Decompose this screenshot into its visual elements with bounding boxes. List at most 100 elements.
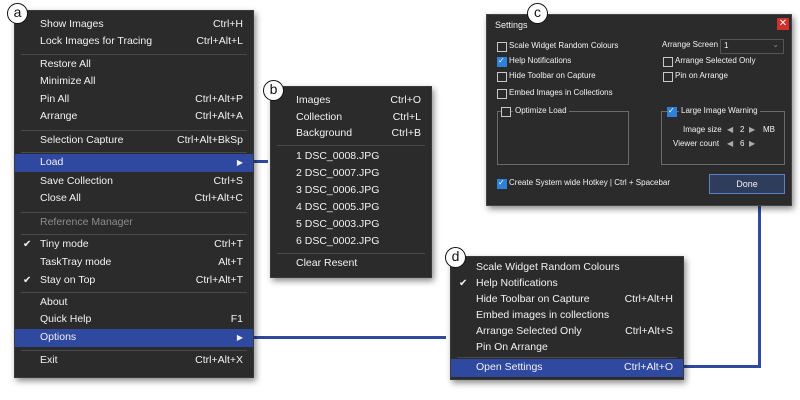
menu-item-load[interactable]: Load ▶ (15, 154, 253, 172)
menu-item-hide-toolbar[interactable]: Hide Toolbar on Capture Ctrl+Alt+H (451, 291, 683, 308)
embed-images-checkbox[interactable] (497, 89, 507, 99)
menu-item-embed-images[interactable]: Embed images in collections (451, 307, 683, 324)
menu-separator (277, 145, 425, 146)
menu-item-label: Images (296, 94, 331, 106)
menu-item-label: Exit (40, 354, 58, 366)
image-size-unit: MB (763, 125, 775, 134)
menu-item-close-all[interactable]: Close All Ctrl+Alt+C (15, 190, 253, 207)
menu-item-shortcut: Ctrl+H (212, 18, 243, 30)
menu-item-arrange[interactable]: Arrange Ctrl+Alt+A (15, 108, 253, 125)
arrange-selected-checkbox[interactable] (663, 57, 673, 67)
menu-item-save-collection[interactable]: Save Collection Ctrl+S (15, 173, 253, 190)
scale-widget-label: Scale Widget Random Colours (509, 41, 619, 50)
menu-item-pin-on-arrange[interactable]: Pin On Arrange (451, 339, 683, 356)
menu-item-scale-widget-colours[interactable]: Scale Widget Random Colours (451, 259, 683, 276)
menu-item-label: TaskTray mode (40, 256, 112, 268)
menu-item-stay-on-top[interactable]: ✔ Stay on Top Ctrl+Alt+T (15, 272, 253, 289)
hotkey-checkbox[interactable] (497, 178, 507, 189)
menu-item-label: Restore All (40, 58, 91, 70)
image-size-value[interactable]: 2 (740, 125, 744, 134)
menu-item-recent-3[interactable]: 3 DSC_0006.JPG (271, 182, 431, 199)
menu-separator (21, 212, 247, 213)
badge-b: b (263, 80, 284, 101)
menu-item-label: Collection (296, 111, 343, 123)
done-button[interactable]: Done (709, 174, 785, 194)
badge-d: d (445, 247, 466, 268)
menu-item-clear-recent[interactable]: Clear Resent (271, 255, 431, 272)
menu-separator (21, 54, 247, 55)
checkmark-icon: ✔ (459, 278, 468, 289)
menu-item-label: About (40, 296, 68, 308)
menu-item-shortcut: Ctrl+Alt+O (623, 361, 673, 373)
menu-item-exit[interactable]: Exit Ctrl+Alt+X (15, 352, 253, 369)
viewer-count-increment-icon[interactable]: ▶ (749, 139, 755, 148)
menu-item-images[interactable]: Images Ctrl+O (271, 92, 431, 109)
menu-item-shortcut: Ctrl+Alt+H (624, 293, 673, 305)
badge-c: c (527, 3, 548, 24)
menu-item-help-notifications[interactable]: ✔ Help Notifications (451, 275, 683, 292)
image-size-increment-icon[interactable]: ▶ (749, 125, 755, 134)
menu-item-selection-capture[interactable]: Selection Capture Ctrl+Alt+BkSp (15, 132, 253, 149)
menu-item-label: Hide Toolbar on Capture (476, 293, 590, 305)
menu-item-shortcut: Ctrl+Alt+L (196, 35, 243, 47)
viewer-count-label: Viewer count (673, 139, 720, 148)
close-icon[interactable]: ✕ (777, 18, 789, 30)
menu-item-show-images[interactable]: Show Images Ctrl+H (15, 16, 253, 33)
large-image-warning-group (661, 111, 785, 165)
menu-item-recent-5[interactable]: 5 DSC_0003.JPG (271, 216, 431, 233)
menu-item-recent-2[interactable]: 2 DSC_0007.JPG (271, 165, 431, 182)
menu-item-collection[interactable]: Collection Ctrl+L (271, 109, 431, 126)
menu-item-shortcut: Ctrl+Alt+C (194, 192, 243, 204)
menu-item-reference-manager: Reference Manager (15, 214, 253, 231)
menu-item-arrange-selected[interactable]: Arrange Selected Only Ctrl+Alt+S (451, 323, 683, 340)
menu-item-recent-6[interactable]: 6 DSC_0002.JPG (271, 233, 431, 250)
menu-item-minimize-all[interactable]: Minimize All (15, 73, 253, 90)
arrange-screen-value: 1 (724, 41, 729, 50)
menu-item-label: Quick Help (40, 313, 92, 325)
menu-item-about[interactable]: About (15, 294, 253, 311)
optimize-load-checkbox[interactable] (501, 107, 511, 117)
menu-item-shortcut: Ctrl+Alt+T (195, 274, 243, 286)
hide-toolbar-label: Hide Toolbar on Capture (509, 71, 596, 80)
pin-on-arrange-checkbox[interactable] (663, 72, 673, 82)
arrange-screen-label: Arrange Screen (662, 40, 719, 49)
menu-item-shortcut: Ctrl+T (214, 238, 243, 250)
menu-item-label: Tiny mode (40, 238, 89, 250)
hotkey-label: Create System wide Hotkey | Ctrl + Space… (509, 178, 671, 187)
large-image-warning-checkbox[interactable] (667, 106, 677, 117)
arrange-screen-select[interactable]: 1 ⌄ (720, 39, 784, 54)
menu-item-shortcut: Ctrl+L (392, 111, 421, 123)
menu-item-restore-all[interactable]: Restore All (15, 56, 253, 73)
menu-item-shortcut: Ctrl+Alt+X (195, 354, 243, 366)
submenu-arrow-icon: ▶ (236, 333, 243, 342)
help-notifications-checkbox[interactable] (497, 56, 507, 67)
embed-images-label: Embed Images in Collections (509, 88, 613, 97)
menu-item-label: Lock Images for Tracing (40, 35, 153, 47)
menu-item-tiny-mode[interactable]: ✔ Tiny mode Ctrl+T (15, 236, 253, 253)
menu-item-shortcut: Ctrl+O (390, 94, 421, 106)
menu-item-recent-1[interactable]: 1 DSC_0008.JPG (271, 148, 431, 165)
menu-item-shortcut: Ctrl+Alt+A (195, 110, 243, 122)
connector-options-to-d (254, 336, 446, 339)
menu-item-shortcut: Ctrl+Alt+P (195, 93, 243, 105)
menu-item-label: Reference Manager (40, 216, 133, 228)
image-size-decrement-icon[interactable]: ◀ (727, 125, 733, 134)
menu-item-open-settings[interactable]: Open Settings Ctrl+Alt+O (451, 359, 683, 377)
menu-item-lock-images[interactable]: Lock Images for Tracing Ctrl+Alt+L (15, 33, 253, 50)
hide-toolbar-checkbox[interactable] (497, 72, 507, 82)
menu-item-label: 1 DSC_0008.JPG (296, 150, 380, 162)
menu-item-quick-help[interactable]: Quick Help F1 (15, 311, 253, 328)
viewer-count-value[interactable]: 6 (740, 139, 744, 148)
menu-item-background[interactable]: Background Ctrl+B (271, 125, 431, 142)
scale-widget-checkbox[interactable] (497, 42, 507, 52)
menu-item-tasktray-mode[interactable]: TaskTray mode Alt+T (15, 254, 253, 271)
menu-item-pin-all[interactable]: Pin All Ctrl+Alt+P (15, 91, 253, 108)
menu-separator (21, 152, 247, 153)
menu-item-label: Embed images in collections (476, 309, 610, 321)
menu-item-shortcut: Ctrl+S (213, 175, 243, 187)
settings-dialog: Settings ✕ Scale Widget Random Colours H… (486, 14, 792, 206)
viewer-count-decrement-icon[interactable]: ◀ (727, 139, 733, 148)
menu-item-options[interactable]: Options ▶ (15, 329, 253, 347)
menu-item-recent-4[interactable]: 4 DSC_0005.JPG (271, 199, 431, 216)
menu-item-label: Selection Capture (40, 134, 124, 146)
